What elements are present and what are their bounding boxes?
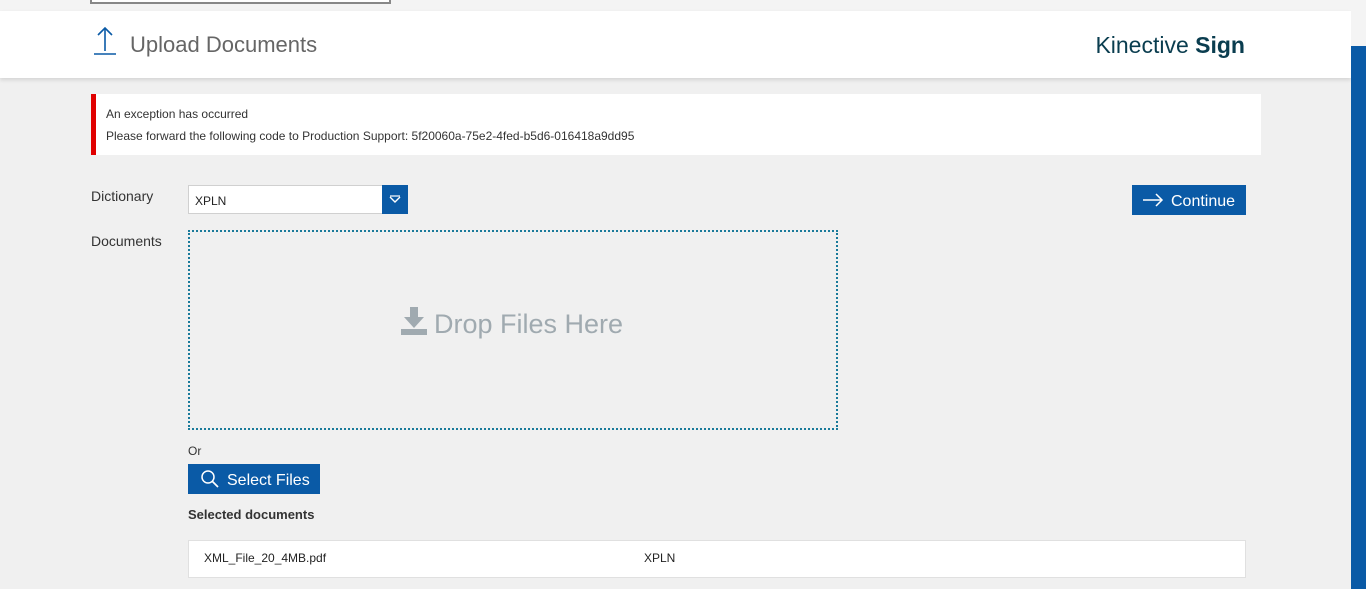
page-header: Upload Documents Kinective Sign	[0, 11, 1351, 78]
error-alert: An exception has occurred Please forward…	[91, 94, 1261, 155]
download-icon	[401, 307, 427, 335]
document-dictionary: XPLN	[644, 551, 676, 565]
dictionary-label: Dictionary	[91, 188, 154, 204]
dictionary-select[interactable]: XPLN	[188, 185, 408, 214]
file-dropzone[interactable]: Drop Files Here	[188, 230, 838, 430]
dropzone-text: Drop Files Here	[434, 309, 624, 339]
continue-button-label: Continue	[1171, 193, 1236, 210]
brand-name-light: Kinective	[1095, 32, 1189, 58]
select-files-label: Select Files	[227, 472, 310, 489]
dictionary-select-value: XPLN	[195, 194, 227, 208]
upload-arrow-icon	[94, 26, 116, 55]
selected-documents-heading: Selected documents	[188, 507, 315, 522]
arrow-right-icon	[1143, 193, 1164, 207]
select-files-button[interactable]: Select Files	[188, 464, 320, 494]
document-filename: XML_File_20_4MB.pdf	[204, 551, 327, 565]
scrollbar-thumb[interactable]	[1351, 46, 1366, 589]
chevron-down-icon	[389, 195, 401, 203]
dropdown-toggle[interactable]	[382, 185, 408, 214]
table-row[interactable]: XML_File_20_4MB.pdf XPLN	[188, 540, 1246, 578]
alert-detail: Please forward the following code to Pro…	[106, 129, 635, 143]
documents-label: Documents	[91, 233, 162, 249]
or-separator: Or	[188, 444, 202, 458]
top-strip	[0, 0, 1366, 11]
alert-message: An exception has occurred	[106, 107, 249, 121]
brand-logo: Kinective Sign	[1095, 32, 1245, 59]
search-icon	[201, 470, 219, 488]
top-tab-stub	[90, 0, 391, 4]
continue-button[interactable]: Continue	[1132, 185, 1246, 215]
brand-name-bold: Sign	[1195, 32, 1245, 58]
page-title: Upload Documents	[130, 32, 318, 57]
